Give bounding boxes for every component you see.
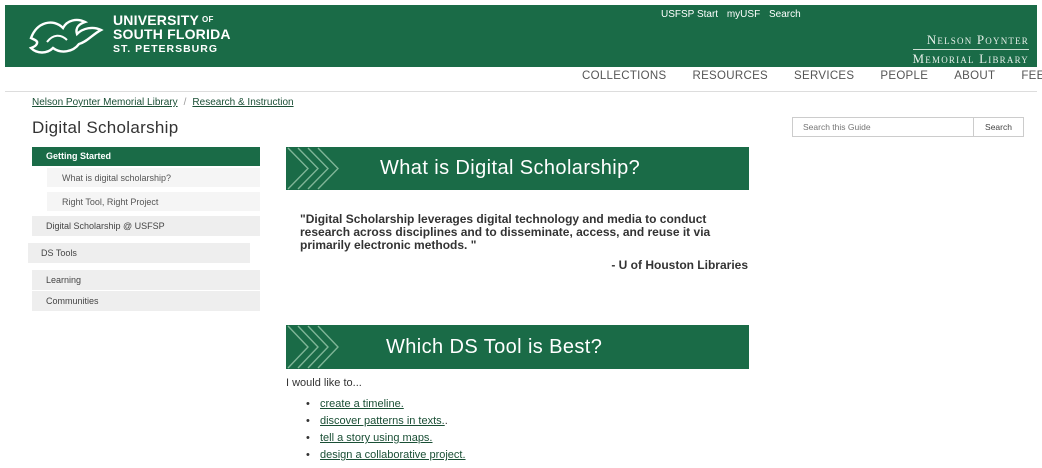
- nav-resources[interactable]: RESOURCES: [692, 70, 768, 82]
- university-line2: SOUTH FLORIDA: [113, 26, 231, 42]
- search-button[interactable]: Search: [973, 117, 1024, 137]
- breadcrumb: Nelson Poynter Memorial Library / Research…: [32, 97, 294, 108]
- banner-title-what-is-ds: What is Digital Scholarship?: [380, 157, 641, 179]
- banner-which-tool: Which DS Tool is Best?: [286, 325, 749, 369]
- list-item: • tell a story using maps.: [306, 432, 433, 444]
- library-name-line1: Nelson Poynter: [912, 31, 1029, 50]
- banner-what-is-ds: What is Digital Scholarship?: [286, 147, 749, 190]
- utility-links: USFSP Start myUSF Search: [661, 9, 807, 20]
- site-header: UNIVERSITY OF SOUTH FLORIDA ST. PETERSBUR…: [5, 5, 1037, 67]
- list-item: • create a timeline.: [306, 398, 404, 410]
- tool-prompt: I would like to...: [286, 377, 362, 389]
- list-item: • discover patterns in texts..: [306, 415, 448, 427]
- link-story-maps[interactable]: tell a story using maps.: [320, 432, 433, 444]
- nav-collections[interactable]: COLLECTIONS: [582, 70, 666, 82]
- nav-about[interactable]: ABOUT: [954, 70, 995, 82]
- page-title: Digital Scholarship: [32, 118, 179, 137]
- quote-attribution: - U of Houston Libraries: [611, 258, 748, 272]
- link-collaborative-project[interactable]: design a collaborative project.: [320, 449, 466, 461]
- sidebar-subitem-right-tool[interactable]: Right Tool, Right Project: [47, 192, 260, 212]
- link-discover-patterns[interactable]: discover patterns in texts.: [320, 415, 445, 427]
- nav-feedback[interactable]: FEEDBACK: [1021, 70, 1042, 82]
- sidebar-item-communities[interactable]: Communities: [32, 291, 260, 311]
- util-link-search[interactable]: Search: [769, 9, 801, 20]
- breadcrumb-library[interactable]: Nelson Poynter Memorial Library: [32, 97, 178, 108]
- chevrons-icon: [287, 147, 339, 190]
- usf-bull-logo-icon[interactable]: [27, 12, 105, 58]
- search-input[interactable]: [792, 117, 973, 137]
- library-wordmark[interactable]: Nelson Poynter Memorial Library: [912, 31, 1029, 67]
- university-of: OF: [202, 15, 214, 24]
- campus-name: ST. PETERSBURG: [113, 43, 219, 55]
- tool-link-list: • create a timeline. • discover patterns i…: [306, 398, 466, 466]
- breadcrumb-separator: /: [183, 97, 187, 108]
- nav-divider: [5, 91, 1037, 92]
- sidebar-item-ds-usfsp[interactable]: Digital Scholarship @ USFSP: [32, 216, 260, 236]
- sidebar-subitem-what-is-ds[interactable]: What is digital scholarship?: [47, 168, 260, 188]
- university-wordmark[interactable]: UNIVERSITY OF SOUTH FLORIDA ST. PETERSBUR…: [113, 13, 231, 56]
- sidebar-item-learning[interactable]: Learning: [32, 270, 260, 290]
- nav-people[interactable]: PEOPLE: [880, 70, 928, 82]
- link-create-timeline[interactable]: create a timeline.: [320, 398, 404, 410]
- main-nav: COLLECTIONS RESOURCES SERVICES PEOPLE AB…: [582, 70, 1042, 82]
- chevrons-icon: [287, 325, 339, 369]
- library-name-line2: Memorial Library: [912, 51, 1029, 66]
- util-link-myusf[interactable]: myUSF: [727, 9, 760, 20]
- breadcrumb-research[interactable]: Research & Instruction: [192, 97, 293, 108]
- nav-services[interactable]: SERVICES: [794, 70, 854, 82]
- util-link-usfsp-start[interactable]: USFSP Start: [661, 9, 718, 20]
- guide-search: Search: [792, 117, 1024, 137]
- list-item: • design a collaborative project.: [306, 449, 466, 461]
- sidebar-item-ds-tools[interactable]: DS Tools: [28, 243, 250, 263]
- banner-title-which-tool: Which DS Tool is Best?: [386, 335, 603, 358]
- sidebar-item-getting-started[interactable]: Getting Started: [32, 147, 260, 166]
- ds-definition-quote: "Digital Scholarship leverages digital t…: [300, 212, 711, 252]
